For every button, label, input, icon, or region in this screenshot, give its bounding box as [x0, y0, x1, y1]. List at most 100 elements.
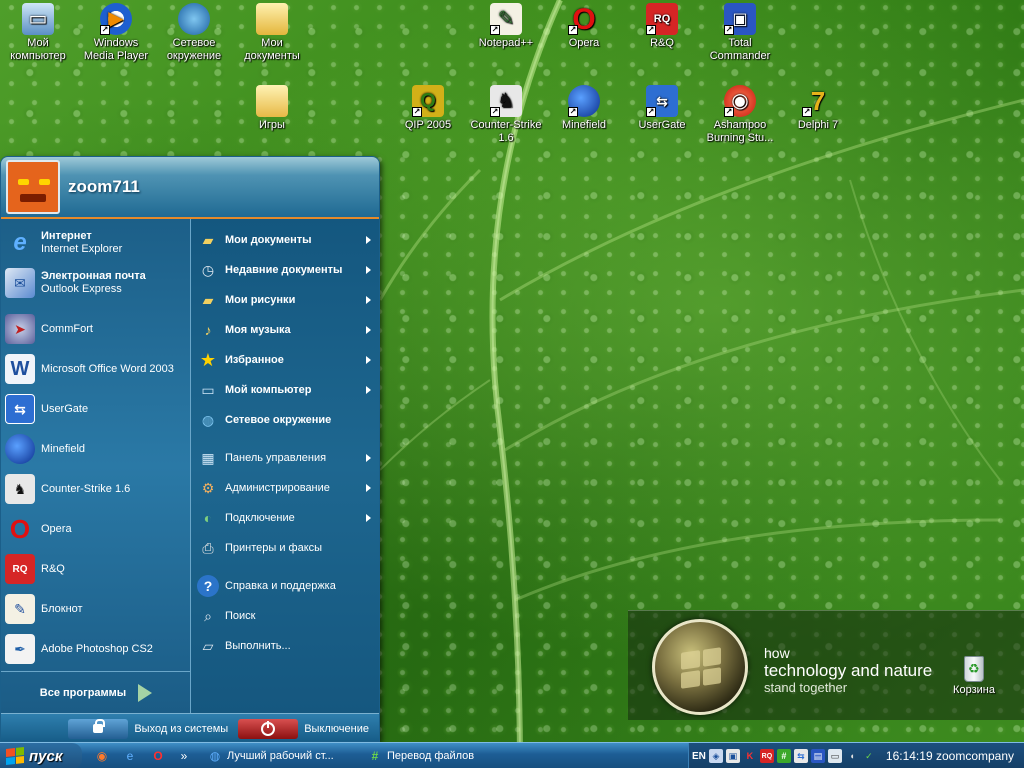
place-printers[interactable]: ⎙ Принтеры и факсы: [191, 533, 379, 563]
submenu-arrow-icon: [366, 514, 371, 522]
recent-item-opera[interactable]: O Opera: [5, 511, 187, 547]
shutdown-button[interactable]: Выключение: [238, 718, 369, 739]
recent-item-label: Counter-Strike 1.6: [41, 483, 131, 495]
tray-transfer-icon[interactable]: #: [776, 749, 791, 763]
word-icon: W: [5, 354, 35, 384]
tray-flag-icon[interactable]: ▤: [810, 749, 825, 763]
desktop-icon-delphi[interactable]: 7 ↗ Delphi 7: [780, 85, 856, 132]
clock-time: 16:14:19: [885, 749, 933, 763]
tray-card-icon[interactable]: ▭: [827, 749, 842, 763]
place-run[interactable]: ▱ Выполнить...: [191, 631, 379, 661]
recent-item-photoshop[interactable]: ✒ Adobe Photoshop CS2: [5, 631, 187, 667]
recent-item-label: Minefield: [41, 443, 86, 455]
place-help[interactable]: ? Справка и поддержка: [191, 571, 379, 601]
counter-strike-icon: ♞: [5, 474, 35, 504]
quicklaunch-overflow-button[interactable]: »: [176, 748, 192, 764]
desktop-icon-my-computer[interactable]: ▭ Мой компьютер: [0, 3, 76, 63]
desktop-icon-minefield[interactable]: ↗ Minefield: [546, 85, 622, 132]
browser-icon: ◍: [209, 749, 221, 763]
desktop-icon-network[interactable]: Сетевое окружение: [156, 3, 232, 63]
logoff-label: Выход из системы: [134, 722, 229, 735]
recent-item-counter-strike[interactable]: ♞ Counter-Strike 1.6: [5, 471, 187, 507]
opera-icon: O ↗: [568, 2, 596, 36]
start-menu: zoom711 e Интернет Internet Explorer ✉ Э…: [0, 156, 380, 742]
system-tray: EN ◈ ▣ K RQ # ⇆ ▤ ▭ ◖ ✓ 16:14:19 zoomcom…: [688, 743, 1024, 768]
desktop-icon-opera[interactable]: O ↗ Opera: [546, 3, 622, 50]
minefield-icon: [5, 434, 35, 464]
place-my-pictures[interactable]: ▰ Мои рисунки: [191, 285, 379, 315]
recent-item-usergate[interactable]: ⇆ UserGate: [5, 391, 187, 427]
place-search[interactable]: ⌕ Поиск: [191, 601, 379, 631]
recent-item-notepad[interactable]: ✎ Блокнот: [5, 591, 187, 627]
shutdown-label: Выключение: [304, 722, 369, 735]
my-music-icon: ♪: [204, 322, 212, 338]
avatar-eye: [18, 179, 29, 185]
place-label: Панель управления: [225, 452, 327, 464]
usergate-icon: ⇆ ↗: [646, 85, 678, 117]
tray-kaspersky-icon[interactable]: K: [743, 749, 757, 763]
tray-volume-icon[interactable]: ◖: [845, 749, 859, 763]
place-favorites[interactable]: ★ Избранное: [191, 345, 379, 375]
recent-item-word[interactable]: W Microsoft Office Word 2003: [5, 351, 187, 387]
place-my-computer[interactable]: ▭ Мой компьютер: [191, 375, 379, 405]
search-icon: ⌕: [204, 607, 212, 624]
place-control-panel[interactable]: ▦ Панель управления: [191, 443, 379, 473]
user-name: zoom711: [68, 177, 140, 196]
language-indicator[interactable]: EN: [692, 749, 706, 763]
desktop-icon-counter-strike[interactable]: ♞ ↗ Counter-Strike 1.6: [468, 85, 544, 145]
desktop-icon-recycle-bin[interactable]: Корзина: [950, 656, 998, 696]
desktop-icon-rnq[interactable]: RQ ↗ R&Q: [624, 3, 700, 50]
admin-tools-icon: ⚙: [201, 479, 215, 496]
recent-item-rnq[interactable]: RQ R&Q: [5, 551, 187, 587]
desktop-icon-ashampoo[interactable]: ◉ ↗ Ashampoo Burning Stu...: [702, 85, 778, 145]
submenu-arrow-icon: [366, 484, 371, 492]
desktop-icon-qip[interactable]: Q ↗ QIP 2005: [390, 85, 466, 132]
place-network[interactable]: ◍ Сетевое окружение: [191, 405, 379, 435]
taskbar-button-browser[interactable]: ◍ Лучший рабочий ст...: [202, 745, 362, 767]
desktop-icon-total-commander[interactable]: ▣ ↗ Total Commander: [702, 3, 778, 63]
tray-usergate-icon[interactable]: ⇆: [793, 749, 808, 763]
all-programs-button[interactable]: Все программы: [1, 671, 191, 713]
recycle-bin-label: Корзина: [953, 684, 995, 696]
lock-icon: [93, 719, 106, 733]
avatar[interactable]: [6, 160, 60, 214]
desktop-icon-label: Сетевое окружение: [166, 37, 222, 62]
place-label: Администрирование: [225, 482, 330, 494]
quicklaunch-opera-icon[interactable]: O: [150, 748, 166, 764]
place-connect[interactable]: ◐ Подключение: [191, 503, 379, 533]
quicklaunch-ie-icon[interactable]: e: [122, 748, 138, 764]
place-label: Принтеры и факсы: [225, 542, 323, 554]
transfer-icon: #: [371, 749, 379, 763]
start-menu-header: zoom711: [1, 157, 379, 219]
tray-monitor-icon[interactable]: ▣: [725, 749, 740, 763]
desktop-icon-usergate[interactable]: ⇆ ↗ UserGate: [624, 85, 700, 132]
tray-clock[interactable]: 16:14:19 zoomcompany: [886, 749, 1014, 763]
place-my-documents[interactable]: ▰ Мои документы: [191, 225, 379, 255]
submenu-arrow-icon: [366, 454, 371, 462]
windows-orb-logo: [652, 619, 748, 715]
desktop-icon-media-player[interactable]: ▶ ↗ Windows Media Player: [78, 3, 154, 63]
desktop-icon-notepad-plus[interactable]: ✎ ↗ Notepad++: [468, 3, 544, 50]
logoff-button[interactable]: Выход из системы: [68, 718, 229, 739]
pinned-item-email[interactable]: ✉ Электронная почта Outlook Express: [5, 265, 187, 301]
pinned-item-internet[interactable]: e Интернет Internet Explorer: [5, 225, 187, 261]
notepad-plus-icon: ✎ ↗: [490, 3, 522, 35]
place-label: Подключение: [225, 512, 295, 524]
recycle-bin-icon: [964, 656, 984, 682]
place-label: Мой компьютер: [225, 384, 312, 396]
tray-update-icon[interactable]: ✓: [862, 749, 876, 763]
place-admin-tools[interactable]: ⚙ Администрирование: [191, 473, 379, 503]
tray-network-icon[interactable]: ◈: [708, 749, 723, 763]
place-recent-documents[interactable]: ◷ Недавние документы: [191, 255, 379, 285]
tray-rnq-icon[interactable]: RQ: [759, 749, 774, 763]
taskbar-button-transfer[interactable]: # Перевод файлов: [362, 745, 522, 767]
quicklaunch-firefox-icon[interactable]: ◉: [94, 748, 110, 764]
notepad-icon: ✎: [5, 594, 35, 624]
start-button[interactable]: пуск: [0, 743, 82, 768]
usergate-icon: ⇆: [5, 394, 35, 424]
place-my-music[interactable]: ♪ Моя музыка: [191, 315, 379, 345]
desktop-icon-games[interactable]: Игры: [234, 85, 310, 132]
desktop-icon-my-documents[interactable]: Мои документы: [234, 3, 310, 63]
recent-item-commfort[interactable]: ➤ CommFort: [5, 311, 187, 347]
recent-item-minefield[interactable]: Minefield: [5, 431, 187, 467]
